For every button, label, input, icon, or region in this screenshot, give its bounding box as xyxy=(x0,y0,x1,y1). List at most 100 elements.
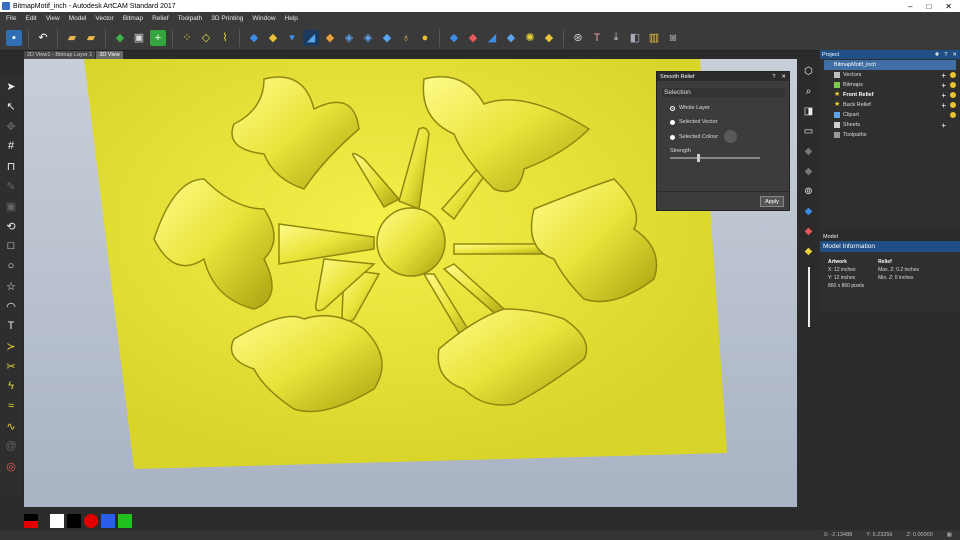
red-layer-icon[interactable]: ◆ xyxy=(801,223,817,239)
plate-icon[interactable]: ▭ xyxy=(801,123,817,139)
maximize-icon[interactable]: □ xyxy=(926,2,931,11)
offset-icon[interactable]: ≈ xyxy=(4,399,18,413)
tree-item-front-relief[interactable]: ★ Front Relief + xyxy=(820,90,960,100)
strength-slider[interactable] xyxy=(670,154,760,162)
layer-grey2-icon[interactable]: ◆ xyxy=(801,163,817,179)
panel-help-icon[interactable]: ? xyxy=(944,52,947,58)
palette-swatch-blue[interactable] xyxy=(101,514,115,528)
settings-wheel-icon[interactable]: ⊛ xyxy=(570,30,586,46)
menu-vector[interactable]: Vector xyxy=(95,15,113,22)
target-icon[interactable]: ◎ xyxy=(4,459,18,473)
panel-close-icon[interactable]: ✕ xyxy=(952,52,957,58)
sweep-icon[interactable]: ◢ xyxy=(303,29,319,46)
lock-icon[interactable] xyxy=(950,72,956,78)
selection-icon[interactable]: ▣ xyxy=(4,199,18,213)
shape-editor-icon[interactable]: ◆ xyxy=(246,30,262,46)
cube-view-icon[interactable]: ⬡ xyxy=(801,63,817,79)
texture-icon[interactable]: ◆ xyxy=(503,30,519,46)
view-icon[interactable]: ◨ xyxy=(801,103,817,119)
open-folder-icon[interactable]: ▰ xyxy=(64,30,80,46)
camera-icon[interactable]: ◙ xyxy=(665,30,681,46)
zoom-icon[interactable]: ⌕ xyxy=(801,83,817,99)
tree-item-sheets[interactable]: Sheets + xyxy=(820,120,960,130)
move-icon[interactable]: ✥ xyxy=(4,119,18,133)
palette-swatch-green[interactable] xyxy=(118,514,132,528)
close-icon[interactable]: ✕ xyxy=(945,2,952,11)
tab-3d-view[interactable]: 3D View xyxy=(96,51,123,59)
relief-merge-icon[interactable]: ◆ xyxy=(265,30,281,46)
tile-icon[interactable]: ▥ xyxy=(646,30,662,46)
toolpath-icon[interactable]: ◆ xyxy=(446,30,462,46)
bitmap-to-vector-icon[interactable]: ▣ xyxy=(131,30,147,46)
text-icon[interactable]: T xyxy=(4,319,18,333)
camera-orbit-icon[interactable]: ⊚ xyxy=(801,183,817,199)
radio-dot[interactable] xyxy=(670,134,675,140)
text-tool-icon[interactable]: T xyxy=(589,30,605,46)
rectangle-icon[interactable]: □ xyxy=(4,239,18,253)
lock-icon[interactable] xyxy=(950,102,956,108)
arc-icon[interactable]: ◠ xyxy=(4,299,18,313)
menu-3d-printing[interactable]: 3D Printing xyxy=(211,15,243,22)
radio-dot[interactable] xyxy=(670,119,675,125)
vector-shape-icon[interactable]: ◇ xyxy=(198,30,214,46)
lock-icon[interactable] xyxy=(950,82,956,88)
trim-icon[interactable]: ✂ xyxy=(4,359,18,373)
add-icon[interactable]: + xyxy=(941,81,946,90)
select-arrow-icon[interactable]: ➤ xyxy=(4,79,18,93)
dialog-close-icon[interactable]: ✕ xyxy=(781,74,786,80)
light-slider-track[interactable] xyxy=(807,267,810,327)
minimize-icon[interactable]: – xyxy=(908,2,912,11)
menu-bitmap[interactable]: Bitmap xyxy=(123,15,143,22)
menu-window[interactable]: Window xyxy=(252,15,275,22)
status-grid-icon[interactable]: ▦ xyxy=(947,532,952,538)
tree-item-bitmaps[interactable]: Bitmaps + xyxy=(820,80,960,90)
wave-icon[interactable]: ∿ xyxy=(4,419,18,433)
palette-swatch-black[interactable] xyxy=(67,514,81,528)
relief-clear-icon[interactable]: ◆ xyxy=(379,30,395,46)
eraser-icon[interactable]: ◆ xyxy=(465,30,481,46)
menu-relief[interactable]: Relief xyxy=(152,15,169,22)
import-folder-icon[interactable]: ▰ xyxy=(83,30,99,46)
bridge-icon[interactable]: ⊓ xyxy=(4,159,18,173)
node-edit-icon[interactable]: ⁘ xyxy=(179,30,195,46)
add-icon[interactable]: + xyxy=(941,101,946,110)
export-icon[interactable]: ⤓ xyxy=(608,30,624,46)
create-relief-icon[interactable]: ◆ xyxy=(112,30,128,46)
slider-thumb[interactable] xyxy=(697,154,700,162)
tree-item-vectors[interactable]: Vectors + xyxy=(820,70,960,80)
menu-edit[interactable]: Edit xyxy=(25,15,36,22)
menu-toolpath[interactable]: Toolpath xyxy=(178,15,203,22)
colour-picker[interactable] xyxy=(724,130,737,143)
menu-model[interactable]: Model xyxy=(69,15,87,22)
relief-layer-icon[interactable]: ◆ xyxy=(541,30,557,46)
tree-item-back-relief[interactable]: ★ Back Relief + xyxy=(820,100,960,110)
undo-icon[interactable]: ↶ xyxy=(35,30,51,46)
save-icon[interactable]: ▪ xyxy=(6,29,22,46)
wax-icon[interactable]: ♁ xyxy=(398,30,414,46)
transform-icon[interactable]: ⟲ xyxy=(4,219,18,233)
help-icon[interactable]: ? xyxy=(772,74,775,80)
fade-icon[interactable]: ◢ xyxy=(484,30,500,46)
apply-button[interactable]: Apply xyxy=(760,196,784,207)
pen-icon[interactable]: ✎ xyxy=(4,179,18,193)
smooth-relief-icon[interactable]: ◈ xyxy=(341,30,357,46)
tab-2d-view[interactable]: 2D View1 - Bitmap Layer 1 xyxy=(24,51,96,59)
menu-file[interactable]: File xyxy=(6,15,16,22)
fillet-icon[interactable]: ϟ xyxy=(4,379,18,393)
weld-icon[interactable]: ≻ xyxy=(4,339,18,353)
radio-selected-vector[interactable]: Selected Vector xyxy=(670,119,718,125)
primary-colour-swatch[interactable] xyxy=(24,514,38,528)
palette-swatch-red[interactable] xyxy=(84,514,98,528)
lock-icon[interactable] xyxy=(950,92,956,98)
polyline-icon[interactable]: ⌇ xyxy=(217,30,233,46)
radio-dot-selected[interactable] xyxy=(670,105,675,111)
menu-view[interactable]: View xyxy=(46,15,60,22)
radio-whole-layer[interactable]: Whole Layer xyxy=(670,105,710,111)
sculpt-icon[interactable]: ◈ xyxy=(360,30,376,46)
add-icon[interactable]: + xyxy=(941,121,946,130)
tree-item-toolpaths[interactable]: Toolpaths xyxy=(820,130,960,140)
circle-icon[interactable]: ○ xyxy=(4,259,18,273)
radio-selected-colour[interactable]: Selected Colour xyxy=(670,134,718,140)
offset-relief-icon[interactable]: ◆ xyxy=(322,30,338,46)
yellow-layer-icon[interactable]: ◆ xyxy=(801,243,817,259)
